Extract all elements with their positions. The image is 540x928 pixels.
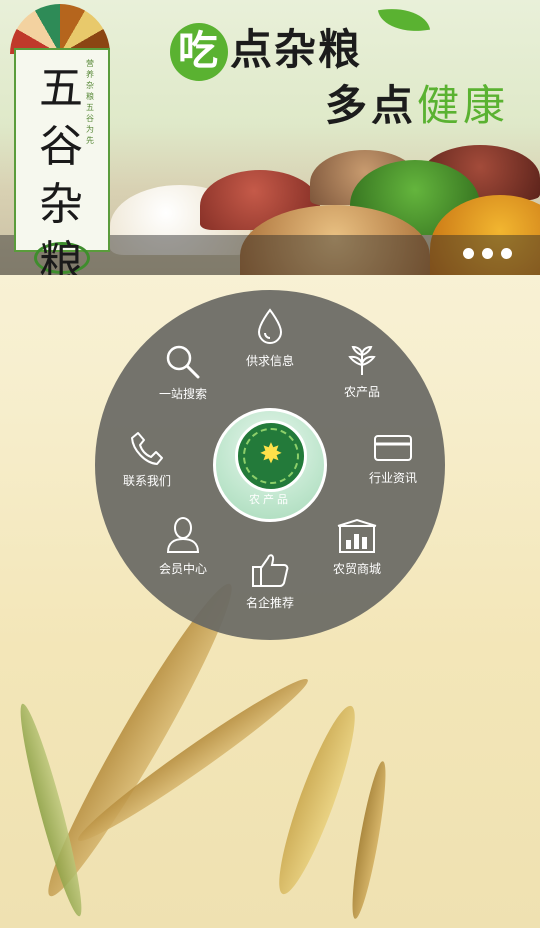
carousel-indicators bbox=[463, 248, 512, 259]
menu-item-contact[interactable]: 联系我们 bbox=[102, 430, 192, 489]
menu-item-label: 供求信息 bbox=[245, 354, 294, 368]
menu-item-label: 名企推荐 bbox=[245, 596, 294, 610]
menu-item-supply[interactable]: 供求信息 bbox=[225, 308, 315, 369]
carousel-dot[interactable] bbox=[463, 248, 474, 259]
menu-item-recommend[interactable]: 名企推荐 bbox=[225, 552, 315, 611]
center-label: 农产品 bbox=[249, 493, 291, 506]
menu-item-member[interactable]: 会员中心 bbox=[138, 516, 228, 577]
thumbs-up-icon bbox=[252, 554, 289, 587]
menu-item-label: 行业资讯 bbox=[368, 471, 417, 485]
emblem-icon: ✸ bbox=[235, 420, 307, 492]
menu-item-mall[interactable]: 农贸商城 bbox=[312, 518, 402, 577]
menu-item-label: 农贸商城 bbox=[332, 562, 381, 576]
menu-item-label: 会员中心 bbox=[158, 562, 207, 576]
menu-item-search[interactable]: 一站搜索 bbox=[138, 343, 228, 402]
card-icon bbox=[374, 435, 412, 461]
slogan-line-2: 多点健康 bbox=[325, 72, 509, 133]
menu-item-label: 一站搜索 bbox=[158, 387, 207, 401]
center-logo-button[interactable]: ✸ 农产品 bbox=[213, 408, 327, 522]
leaf-icon bbox=[377, 2, 431, 38]
slogan-line-2-b: 健康 bbox=[417, 81, 510, 130]
grain-fan-icon bbox=[10, 4, 110, 54]
slogan-line-2-a: 多点 bbox=[325, 81, 418, 130]
logo-subtitle: 营养杂粮五谷为先 bbox=[86, 59, 94, 145]
menu-item-news[interactable]: 行业资讯 bbox=[348, 433, 438, 486]
slogan-line-1-rest: 点杂粮 bbox=[230, 25, 363, 74]
carousel-dot[interactable] bbox=[482, 248, 493, 259]
menu-item-products[interactable]: 农产品 bbox=[317, 343, 407, 400]
phone-icon bbox=[131, 432, 163, 465]
sprout-icon bbox=[348, 345, 376, 375]
store-chart-icon bbox=[337, 518, 377, 553]
slogan-first-char: 吃 bbox=[170, 23, 228, 81]
search-icon bbox=[166, 345, 200, 379]
hero-banner[interactable]: 五谷杂粮 营养杂粮五谷为先 吃点杂粮 多点健康 bbox=[0, 0, 540, 275]
water-drop-icon bbox=[257, 308, 283, 344]
user-icon bbox=[166, 517, 200, 553]
menu-item-label: 联系我们 bbox=[122, 474, 171, 488]
menu-item-label: 农产品 bbox=[343, 385, 380, 399]
carousel-dot[interactable] bbox=[501, 248, 512, 259]
